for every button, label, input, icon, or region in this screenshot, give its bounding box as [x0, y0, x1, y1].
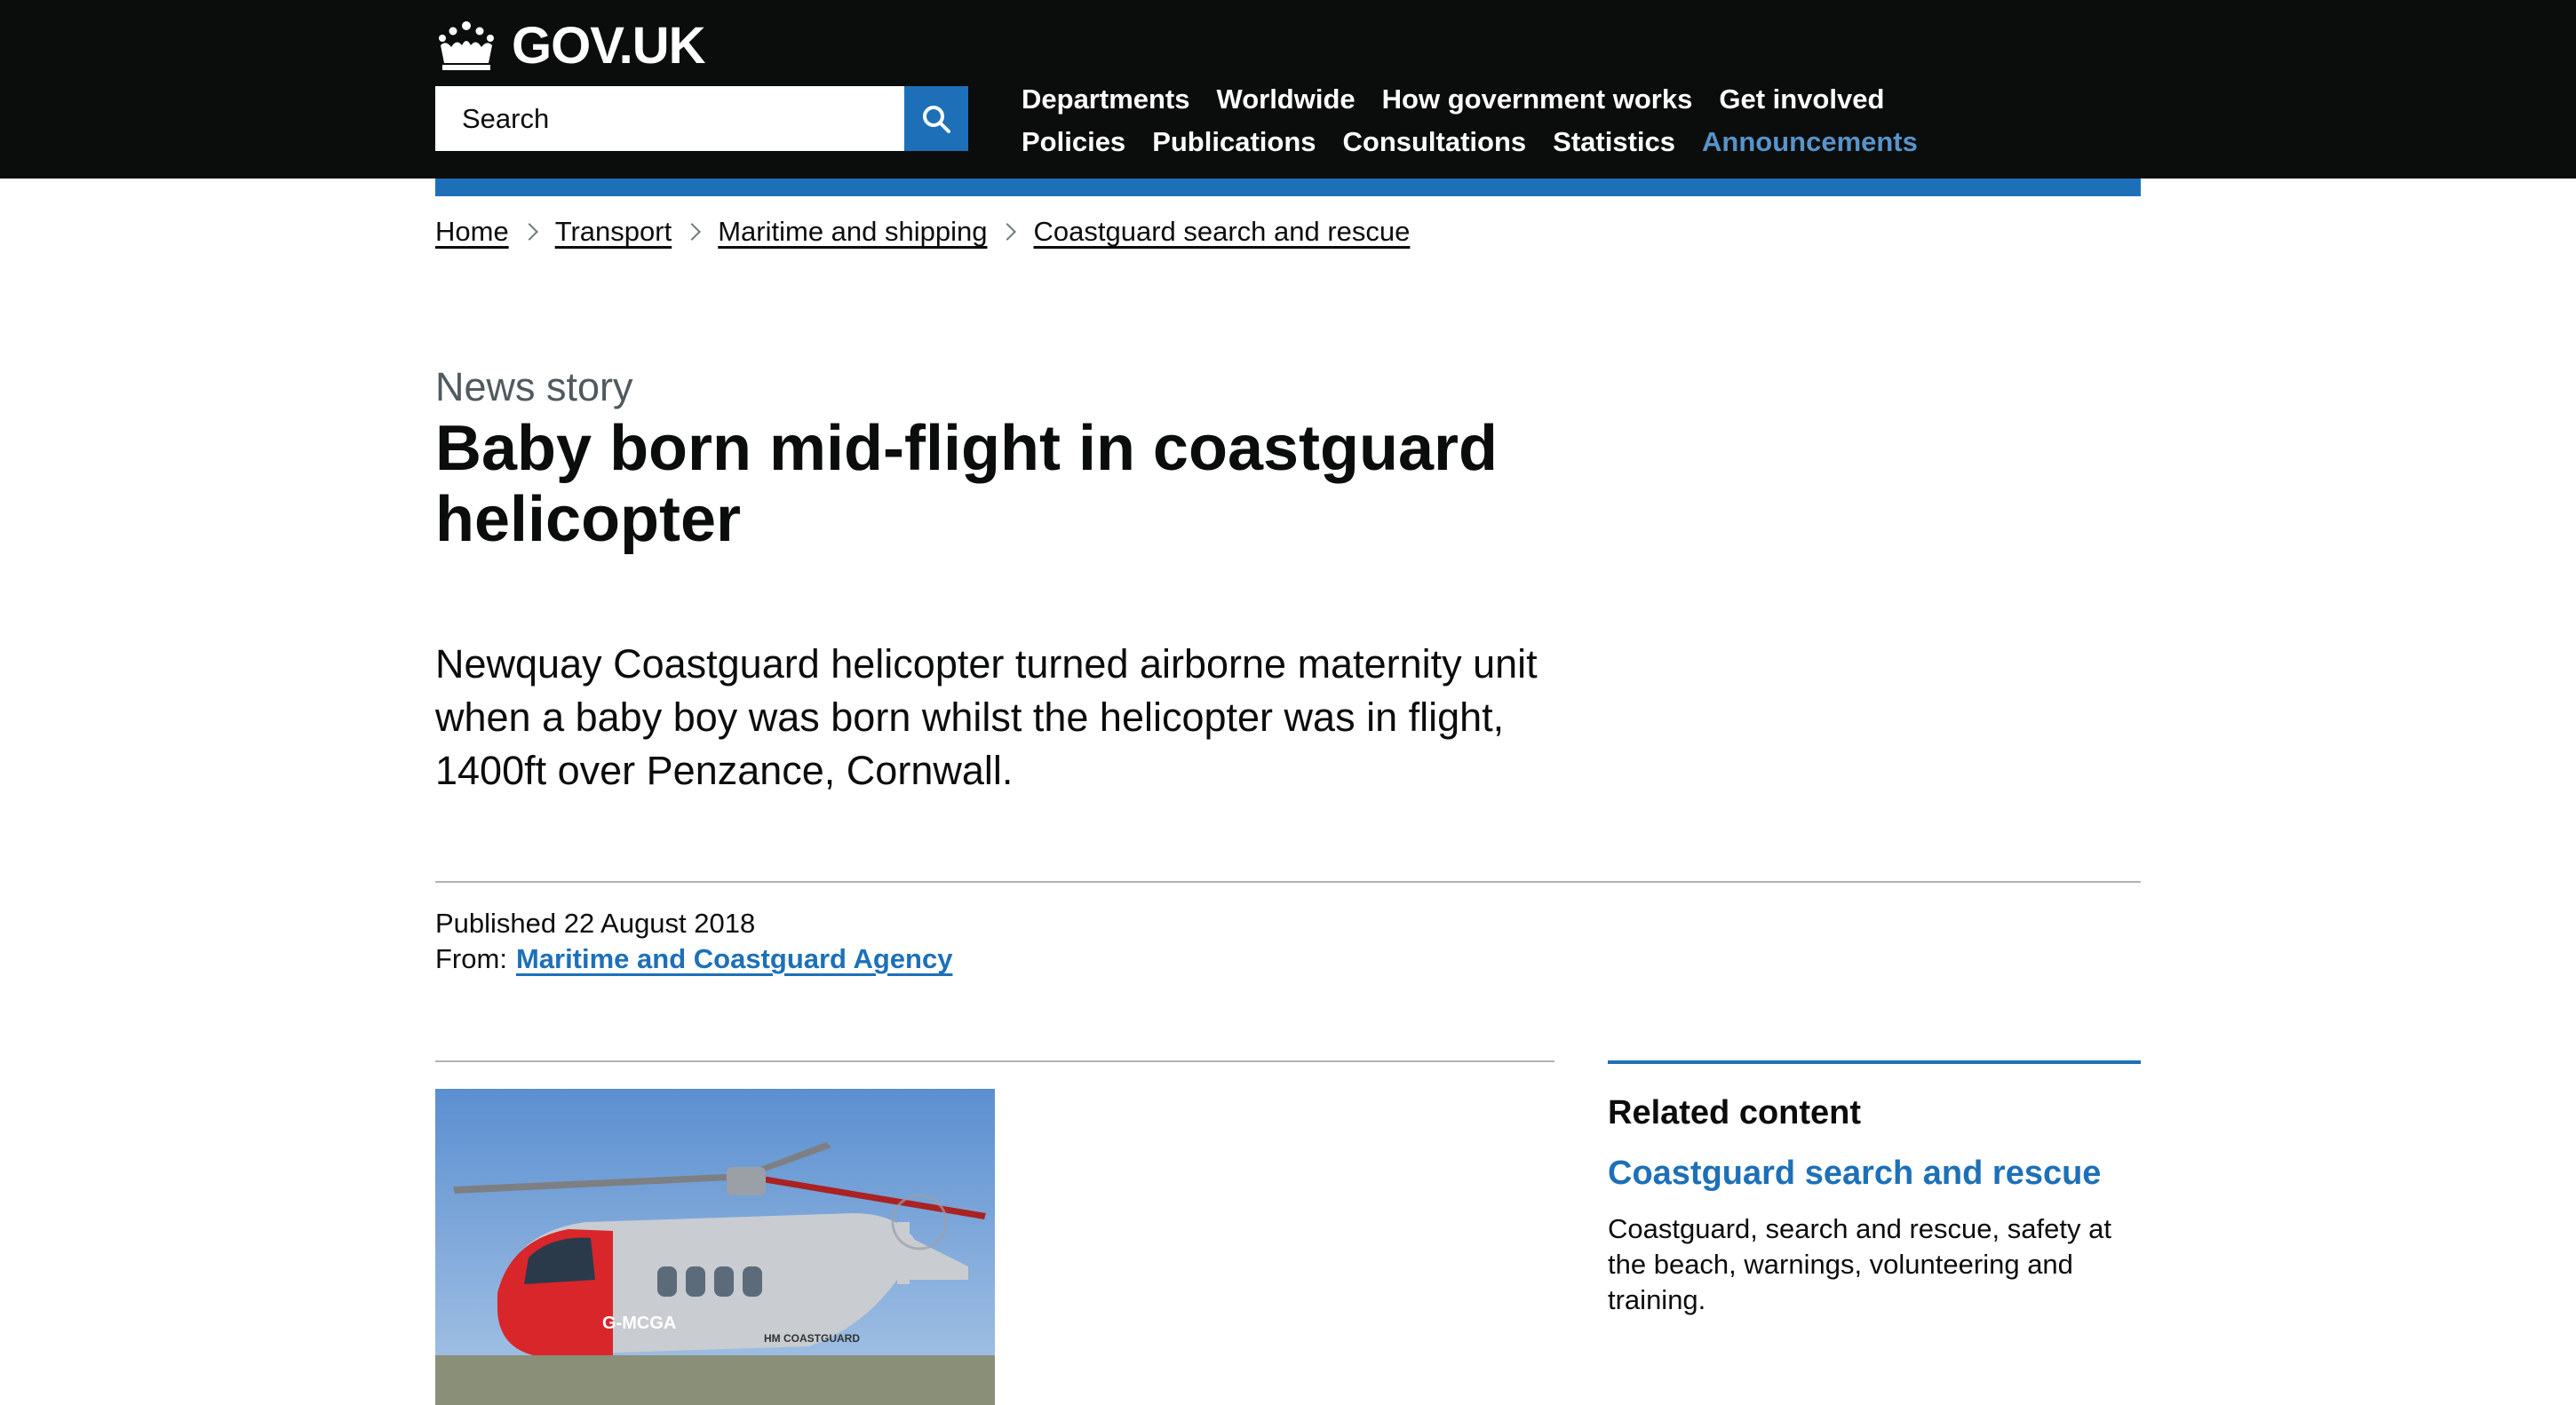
crown-icon [439, 21, 494, 70]
nav-item-get-involved[interactable]: Get involved [1719, 83, 1884, 115]
nav-item-publications[interactable]: Publications [1152, 126, 1316, 158]
chevron-right-icon [520, 223, 538, 241]
related-link-description: Coastguard, search and rescue, safety at… [1608, 1213, 2111, 1315]
photo-coastguard-text: HM COASTGUARD [764, 1332, 860, 1345]
nav-row: Policies Publications Consultations Stat… [1022, 121, 2087, 163]
logo-text: GOV.UK [512, 17, 705, 75]
from-row: From: Maritime and Coastguard Agency [435, 941, 952, 977]
related-content: Related content Coastguard search and re… [1608, 1060, 2141, 1318]
breadcrumb-maritime-and-shipping[interactable]: Maritime and shipping [718, 216, 987, 248]
related-link-coastguard-search-and-rescue[interactable]: Coastguard search and rescue [1608, 1153, 2141, 1194]
divider [435, 881, 2141, 883]
nav-item-consultations[interactable]: Consultations [1343, 126, 1527, 158]
divider [435, 1060, 1554, 1062]
chevron-right-icon [683, 223, 702, 241]
organisation-link[interactable]: Maritime and Coastguard Agency [516, 943, 953, 974]
from-label: From: [435, 943, 507, 974]
helicopter-photo: G-MCGA HM COASTGUARD [435, 1089, 995, 1405]
search-form: Search [435, 86, 968, 151]
site-header: GOV.UK Search Departments Worldwide How … [0, 0, 2576, 179]
lead-paragraph: Newquay Coastguard helicopter turned air… [435, 641, 1538, 793]
breadcrumb: Home Transport Maritime and shipping Coa… [435, 216, 1410, 248]
nav-item-departments[interactable]: Departments [1022, 83, 1190, 115]
helicopter-photo-graphic: G-MCGA HM COASTGUARD [435, 1089, 995, 1405]
content-type-caption: News story [435, 364, 633, 409]
published-date: Published 22 August 2018 [435, 908, 756, 939]
publication-metadata: Published 22 August 2018 From: Maritime a… [435, 906, 952, 977]
nav-item-worldwide[interactable]: Worldwide [1217, 83, 1356, 115]
breadcrumb-transport[interactable]: Transport [555, 216, 672, 248]
nav-row: Departments Worldwide How government wor… [1022, 78, 2087, 121]
main-navigation: Departments Worldwide How government wor… [1022, 78, 2087, 163]
breadcrumb-home[interactable]: Home [435, 216, 509, 248]
nav-item-how-government-works[interactable]: How government works [1382, 83, 1693, 115]
chevron-right-icon [998, 223, 1017, 241]
nav-item-policies[interactable]: Policies [1022, 126, 1125, 158]
header-blue-bar [435, 179, 2141, 196]
nav-item-statistics[interactable]: Statistics [1553, 126, 1675, 158]
breadcrumb-coastguard-search-and-rescue[interactable]: Coastguard search and rescue [1033, 216, 1410, 248]
photo-registration-text: G-MCGA [602, 1314, 676, 1333]
search-icon [923, 105, 950, 133]
nav-item-announcements[interactable]: Announcements [1702, 126, 1918, 158]
page-title: Baby born mid-flight in coastguard helic… [435, 413, 1499, 555]
related-content-heading: Related content [1608, 1094, 1862, 1131]
search-button[interactable] [904, 86, 968, 151]
govuk-logo-link[interactable]: GOV.UK [435, 16, 705, 76]
search-input[interactable]: Search [435, 86, 904, 151]
